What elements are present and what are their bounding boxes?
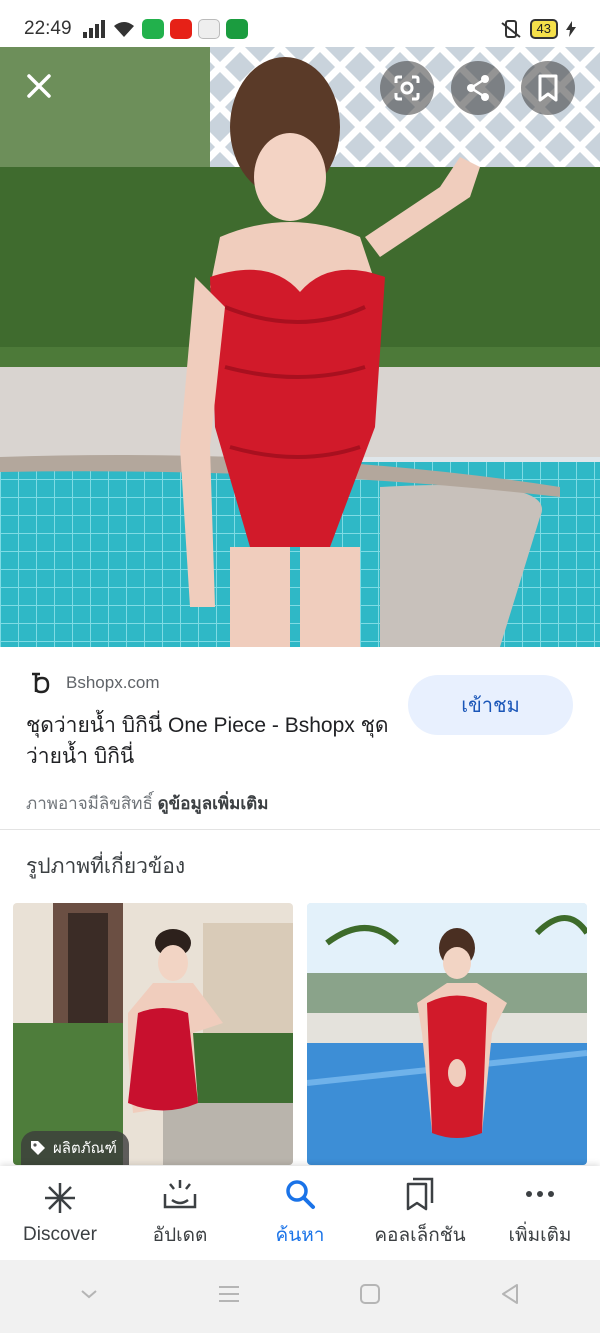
result-title[interactable]: ชุดว่ายน้ำ บิกินี่ One Piece - Bshopx ชุ… (26, 710, 396, 772)
collections-icon (402, 1176, 438, 1212)
nav-more[interactable]: เพิ่มเติม (480, 1166, 600, 1260)
status-right: 43 (500, 19, 576, 39)
bottom-navigation: Discover อัปเดต ค้นหา คอลเล็กชัน เพิ่มเต… (0, 1166, 600, 1260)
status-icons (82, 19, 248, 39)
nav-search-label: ค้นหา (275, 1225, 325, 1246)
home-icon[interactable] (359, 1283, 381, 1310)
chevron-down-icon[interactable] (79, 1287, 99, 1306)
charging-icon (566, 21, 576, 37)
news-app-icon (197, 19, 220, 39)
nav-discover-label: Discover (23, 1224, 97, 1245)
nav-collections[interactable]: คอลเล็กชัน (360, 1166, 480, 1260)
nav-discover[interactable]: Discover (0, 1166, 120, 1260)
nav-updates[interactable]: อัปเดต (120, 1166, 240, 1260)
youtube-app-icon (169, 19, 192, 39)
copyright-text: ภาพอาจมีลิขสิทธิ์ (26, 794, 153, 813)
bshopx-logo-icon (32, 672, 50, 694)
system-navigation-bar (0, 1260, 600, 1333)
wifi-icon (113, 22, 134, 37)
recents-icon[interactable] (217, 1284, 241, 1309)
related-image-graphic (13, 903, 293, 1165)
main-image-graphic (0, 47, 600, 647)
result-info: Bshopx.com ชุดว่ายน้ำ บิกินี่ One Piece … (0, 648, 600, 830)
tag-icon (31, 1141, 45, 1155)
line-app-icon (141, 19, 164, 39)
related-images-heading: รูปภาพที่เกี่ยวข้อง (26, 855, 186, 878)
signal-icon (82, 20, 105, 38)
nav-collections-label: คอลเล็กชัน (374, 1225, 466, 1246)
copyright-notice: ภาพอาจมีลิขสิทธิ์ ดูข้อมูลเพิ่มเติม (26, 790, 268, 817)
product-badge-label: ผลิตภัณฑ์ (53, 1140, 117, 1157)
nav-updates-label: อัปเดต (152, 1225, 208, 1246)
related-image-graphic (307, 903, 587, 1165)
nav-more-label: เพิ่มเติม (508, 1225, 572, 1246)
google-lens-button[interactable] (380, 61, 434, 115)
share-icon (467, 75, 489, 101)
more-icon (522, 1176, 558, 1212)
close-button[interactable] (12, 59, 66, 113)
related-image[interactable] (307, 903, 587, 1165)
source-name: Bshopx.com (66, 673, 160, 692)
camera-app-icon (225, 19, 248, 39)
nav-search[interactable]: ค้นหา (240, 1166, 360, 1260)
related-image[interactable]: ผลิตภัณฑ์ (13, 903, 293, 1165)
asterisk-icon (42, 1180, 78, 1216)
search-icon (282, 1176, 318, 1212)
more-info-link[interactable]: ดูข้อมูลเพิ่มเติม (158, 794, 269, 813)
google-lens-icon (394, 75, 420, 101)
visit-button[interactable]: เข้าชม (408, 675, 573, 735)
product-badge: ผลิตภัณฑ์ (21, 1131, 129, 1165)
close-icon (27, 74, 51, 98)
status-time: 22:49 (24, 18, 72, 39)
updates-icon (162, 1176, 198, 1212)
bookmark-button[interactable] (521, 61, 575, 115)
source-row[interactable]: Bshopx.com (28, 670, 160, 696)
vibrate-icon (500, 20, 521, 38)
battery-icon: 43 (529, 19, 558, 39)
main-image[interactable] (0, 47, 600, 647)
share-button[interactable] (451, 61, 505, 115)
bookmark-icon (538, 74, 558, 102)
back-icon[interactable] (499, 1283, 521, 1310)
